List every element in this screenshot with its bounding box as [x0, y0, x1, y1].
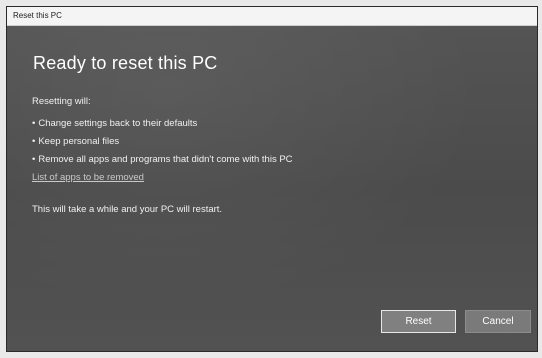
list-item: Change settings back to their defaults	[32, 115, 293, 133]
window-titlebar[interactable]: Reset this PC	[7, 7, 537, 26]
dialog-content: Ready to reset this PC Resetting will: C…	[7, 26, 537, 351]
reset-actions-list: Change settings back to their defaults K…	[32, 115, 293, 169]
apps-to-remove-link[interactable]: List of apps to be removed	[32, 172, 144, 183]
resetting-intro-text: Resetting will:	[32, 96, 91, 107]
restart-note-text: This will take a while and your PC will …	[32, 204, 223, 215]
list-item: Keep personal files	[32, 133, 293, 151]
page-title: Ready to reset this PC	[33, 53, 218, 73]
cancel-button[interactable]: Cancel	[465, 310, 531, 333]
window-title: Reset this PC	[13, 11, 62, 20]
reset-pc-dialog: Reset this PC Ready to reset this PC Res…	[6, 6, 538, 352]
reset-button[interactable]: Reset	[381, 310, 456, 333]
list-item: Remove all apps and programs that didn't…	[32, 151, 292, 169]
